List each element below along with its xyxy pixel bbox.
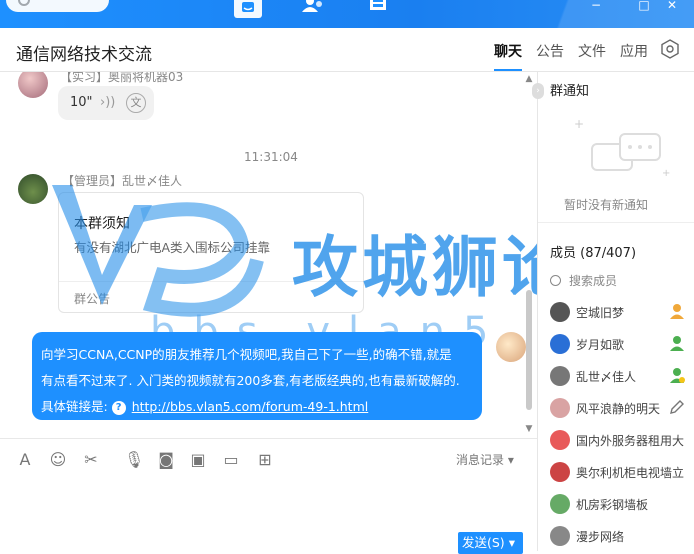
input-toolbar: A ☺ ✂ 🎙 ◙ ▣ ▭ ⊞ 消息记录 ▾ <box>0 438 537 478</box>
send-label: 发送(S) <box>462 535 505 550</box>
member-name: 机房彩钢墙板 <box>576 498 649 512</box>
notice-empty-text: 暂时没有新通知 <box>564 198 649 212</box>
search-icon <box>550 275 561 286</box>
message-sender: 【实习】奥丽将机器03 <box>60 72 184 84</box>
member-item[interactable]: 乱世〆佳人 <box>550 366 690 386</box>
tab-chat[interactable]: 聊天 <box>494 41 522 71</box>
emoji-icon[interactable]: ☺ <box>49 451 67 469</box>
member-avatar <box>550 302 570 322</box>
member-avatar <box>550 398 570 418</box>
member-search-label: 搜索成员 <box>569 274 618 288</box>
member-item[interactable]: 岁月如歌 <box>550 334 690 354</box>
scrollbar-thumb[interactable] <box>526 290 532 410</box>
contacts-icon[interactable] <box>298 0 326 18</box>
chevron-down-icon[interactable]: ▾ <box>509 535 515 550</box>
member-name: 空城旧梦 <box>576 306 625 320</box>
sticker-icon[interactable]: ◙ <box>157 451 175 469</box>
message-sender: 【管理员】乱世〆佳人 <box>62 174 183 188</box>
owner-badge-icon <box>670 304 684 319</box>
chevron-down-icon: ▾ <box>507 453 514 467</box>
member-item[interactable]: 漫步网络 <box>550 526 690 546</box>
admin-star-badge-icon <box>670 368 685 383</box>
member-name: 漫步网络 <box>576 530 625 544</box>
member-item[interactable]: 奥尔利机柜电视墙立 <box>550 462 690 482</box>
apps-icon[interactable]: ⊞ <box>256 451 274 469</box>
announcement-body: 有没有湖北广电A类入围标公司挂靠 <box>74 240 271 255</box>
collapse-arrow-icon[interactable]: › <box>532 83 544 99</box>
tab-files[interactable]: 文件 <box>578 41 606 71</box>
member-avatar <box>550 494 570 514</box>
voice-duration: 10" <box>70 95 93 110</box>
notice-section-title: 群通知 <box>550 84 590 99</box>
announcement-title: 本群须知 <box>74 216 130 232</box>
title-bar-decoration <box>454 0 694 28</box>
message-line-1: 向学习CCNA,CCNP的朋友推荐几个视频吧,我自己下了一些,的确不错,就是 <box>41 347 452 362</box>
svg-text:+: + <box>574 117 584 131</box>
folder-icon[interactable]: ▭ <box>222 451 240 469</box>
member-name: 国内外服务器租用大 <box>576 434 685 448</box>
announcement-card[interactable]: 本群须知 有没有湖北广电A类入围标公司挂靠 群公告 <box>58 192 364 313</box>
member-item[interactable]: 机房彩钢墙板 <box>550 494 690 514</box>
member-avatar <box>550 526 570 546</box>
avatar[interactable] <box>18 174 48 204</box>
member-item[interactable]: 国内外服务器租用大 <box>550 430 690 450</box>
member-avatar <box>550 462 570 482</box>
group-sidebar: › 群通知 + + 暂时没有新通知 成员 (87/407) 搜索成员 空城旧梦 … <box>532 72 694 551</box>
settings-hexagon-icon[interactable] <box>660 39 680 59</box>
question-icon: ? <box>111 400 126 415</box>
svg-text:+: + <box>662 168 670 179</box>
empty-notice-illustration: + + <box>574 117 670 179</box>
group-title: 通信网络技术交流 <box>16 45 152 65</box>
chat-bubble-icon[interactable] <box>234 0 262 18</box>
edit-pencil-icon <box>670 400 684 414</box>
title-bar: − □ ✕ <box>0 0 694 28</box>
close-button[interactable]: ✕ <box>664 0 680 12</box>
tab-announcements[interactable]: 公告 <box>536 41 564 71</box>
member-name: 岁月如歌 <box>576 338 625 352</box>
message-line-2: 有点看不过来了. 入门类的视频就有200多套,有老版经典的,也有最新破解的. <box>41 373 460 388</box>
member-name: 乱世〆佳人 <box>576 370 637 384</box>
scissors-icon[interactable]: ✂ <box>82 451 100 469</box>
files-icon[interactable] <box>364 0 392 18</box>
member-avatar <box>550 430 570 450</box>
member-item[interactable]: 风平浪静的明天 <box>550 398 690 418</box>
chat-header: 通信网络技术交流 聊天 公告 文件 应用 <box>0 28 694 72</box>
history-label: 消息记录 <box>456 453 505 467</box>
announcement-footer: 群公告 <box>59 281 363 315</box>
scroll-up-icon[interactable]: ▲ <box>524 74 534 84</box>
admin-badge-icon <box>670 336 684 351</box>
message-line-3: 具体链接是: ? http://bbs.vlan5.com/forum-49-1… <box>41 394 473 420</box>
divider <box>538 222 694 223</box>
message-timestamp: 11:31:04 <box>244 150 298 164</box>
maximize-button[interactable]: □ <box>636 0 652 12</box>
message-history-button[interactable]: 消息记录 ▾ <box>456 451 514 468</box>
member-avatar <box>550 366 570 386</box>
voice-wave-icon: ›)) <box>100 95 116 110</box>
members-title: 成员 (87/407) <box>550 246 637 261</box>
minimize-button[interactable]: − <box>588 0 604 12</box>
header-tabs: 聊天 公告 文件 应用 <box>494 41 648 71</box>
voice-message[interactable]: 10" ›)) 文 <box>58 86 154 120</box>
mic-icon[interactable]: 🎙 <box>124 451 144 469</box>
message-link[interactable]: http://bbs.vlan5.com/forum-49-1.html <box>132 399 369 414</box>
search-icon <box>18 0 30 6</box>
translate-icon[interactable]: 文 <box>126 93 146 113</box>
message-bubble[interactable]: 向学习CCNA,CCNP的朋友推荐几个视频吧,我自己下了一些,的确不错,就是 有… <box>32 332 482 420</box>
global-search-input[interactable] <box>6 0 109 12</box>
avatar[interactable] <box>496 332 526 362</box>
member-name: 奥尔利机柜电视墙立 <box>576 466 685 480</box>
link-prefix: 具体链接是: <box>41 399 108 414</box>
scroll-down-icon[interactable]: ▼ <box>524 424 534 434</box>
image-icon[interactable]: ▣ <box>189 451 207 469</box>
tab-apps[interactable]: 应用 <box>620 41 648 71</box>
member-search-input[interactable]: 搜索成员 <box>550 272 617 289</box>
member-avatar <box>550 334 570 354</box>
member-item[interactable]: 空城旧梦 <box>550 302 690 322</box>
avatar[interactable] <box>18 72 48 98</box>
font-icon[interactable]: A <box>16 451 34 469</box>
member-name: 风平浪静的明天 <box>576 402 661 416</box>
